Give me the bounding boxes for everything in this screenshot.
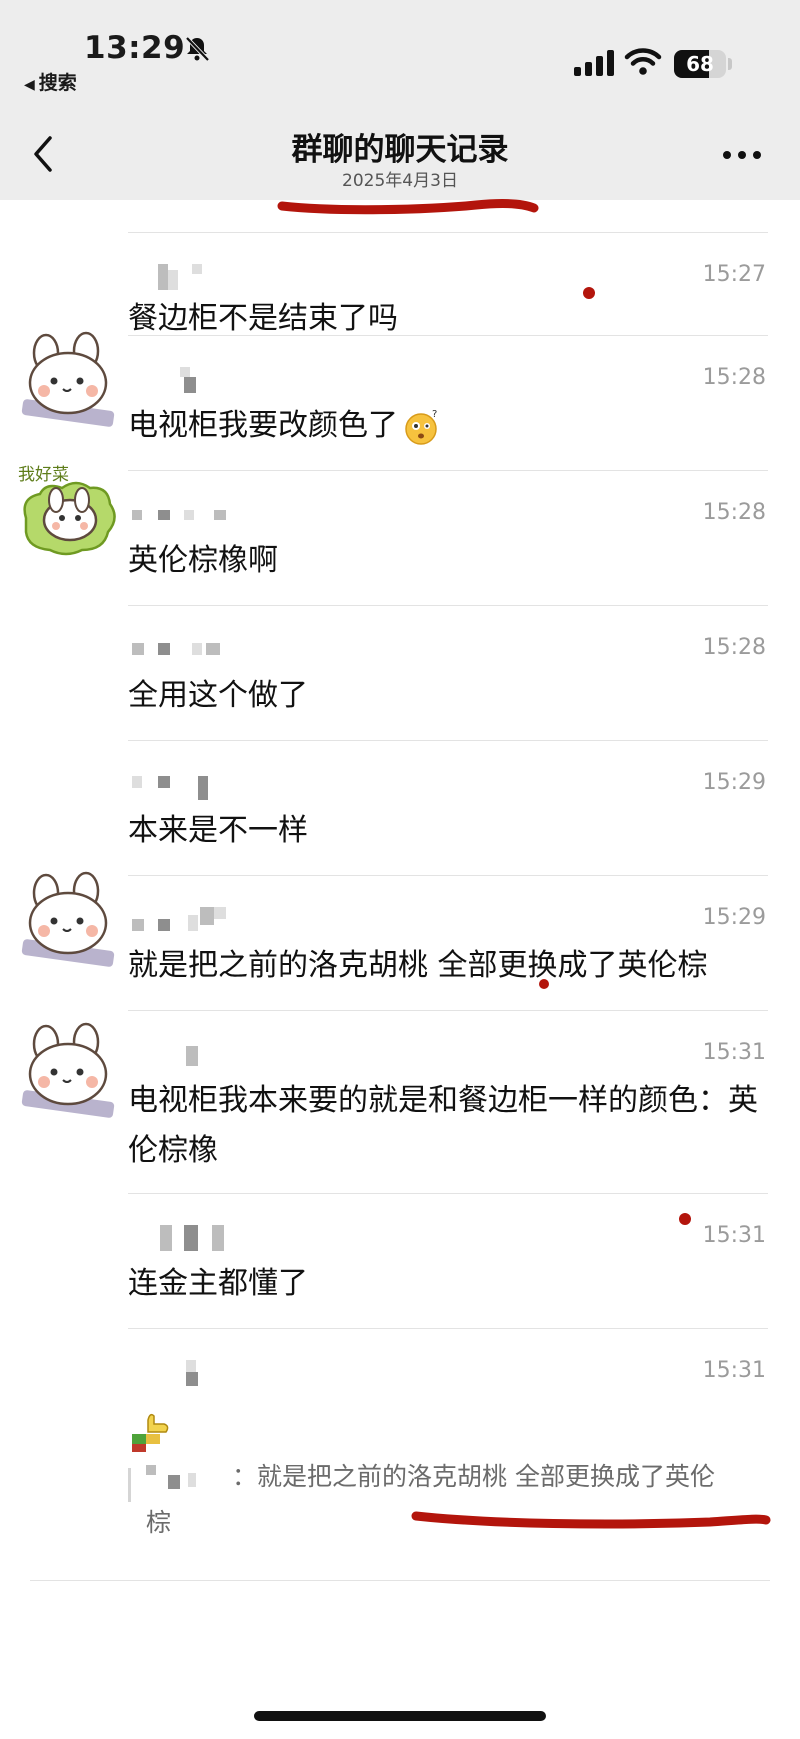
message-time: 15:28	[702, 500, 766, 525]
message-time: 15:31	[702, 1358, 766, 1383]
quoted-reply[interactable]: ：就是把之前的洛克胡桃 全部更换成了英伦棕	[128, 1410, 770, 1537]
message-time: 15:31	[702, 1223, 766, 1248]
message-item[interactable]: 15:31 连金主都懂了	[0, 1193, 800, 1328]
message-time: 15:28	[702, 635, 766, 660]
message-item[interactable]: 15:31 ：就是把之前的洛克胡桃 全部更换成了英伦棕	[0, 1328, 800, 1537]
quoted-sender-redacted	[146, 1465, 232, 1491]
sender-name-redacted	[128, 637, 268, 661]
message-item[interactable]: 我好菜 15:28 英伦棕橡啊	[0, 465, 800, 605]
divider	[128, 335, 768, 336]
quote-text-line2: 棕	[146, 1508, 172, 1537]
divider	[128, 1193, 768, 1194]
bunny-avatar-icon[interactable]	[16, 331, 120, 435]
bunny-avatar-icon[interactable]	[16, 1022, 120, 1126]
message-item[interactable]: 15:29 就是把之前的洛克胡桃 全部更换成了英伦棕	[0, 871, 800, 1010]
divider	[128, 740, 768, 741]
battery-tip	[728, 58, 732, 70]
divider	[128, 232, 768, 233]
message-item[interactable]: 15:29 本来是不一样	[0, 740, 800, 875]
page-title: 群聊的聊天记录	[291, 132, 509, 168]
sender-name-redacted	[128, 772, 268, 800]
bunny-avatar-icon[interactable]	[16, 871, 120, 975]
divider	[128, 470, 768, 471]
status-time: 13:29	[84, 30, 186, 66]
message-text: 连金主都懂了	[128, 1266, 308, 1301]
sender-name-redacted	[128, 1225, 268, 1251]
divider	[30, 1580, 770, 1581]
sender-name-redacted	[128, 907, 268, 931]
message-text: 电视柜我要改颜色了 ?	[128, 401, 760, 451]
sender-name-redacted	[128, 502, 268, 526]
message-text-content: 电视柜我要改颜色了	[128, 408, 398, 443]
quote-prefix: ：	[232, 1462, 258, 1491]
sender-name-redacted	[128, 1042, 268, 1066]
divider	[128, 1010, 768, 1011]
bell-off-icon	[185, 36, 210, 62]
divider	[128, 605, 768, 606]
message-text: 电视柜我本来要的就是和餐边柜一样的颜色：英伦棕橡	[128, 1083, 758, 1168]
sender-name-redacted	[128, 264, 268, 290]
page-subtitle-date: 2025年4月3日	[342, 171, 458, 191]
quote-text-line1: 就是把之前的洛克胡桃 全部更换成了英伦	[257, 1462, 715, 1491]
message-time: 15:31	[702, 1040, 766, 1065]
home-indicator[interactable]	[254, 1711, 546, 1721]
message-item[interactable]: 15:28 电视柜我要改颜色了 ?	[0, 331, 800, 470]
message-text: 就是把之前的洛克胡桃 全部更换成了英伦棕	[128, 948, 708, 983]
thumbs-up-sticker-icon	[132, 1413, 169, 1452]
confused-face-emoji-icon: ?	[405, 409, 437, 445]
sender-name-redacted	[128, 367, 268, 393]
message-text: 英伦棕橡啊	[128, 543, 278, 578]
message-time: 15:28	[702, 365, 766, 390]
message-text: 本来是不一样	[128, 813, 308, 848]
bunny-cabbage-avatar-icon[interactable]: 我好菜	[16, 458, 120, 562]
header: 13:29 ◀ 搜索 68 群聊的聊天记录 2025年4月3日	[0, 0, 800, 200]
more-icon[interactable]	[722, 150, 762, 160]
message-item[interactable]: 15:31 电视柜我本来要的就是和餐边柜一样的颜色：英伦棕橡	[0, 1010, 800, 1193]
sender-name-redacted	[128, 1360, 268, 1386]
wifi-icon	[624, 48, 662, 75]
message-item[interactable]: 15:27 餐边柜不是结束了吗	[0, 200, 800, 336]
battery-level: 68	[686, 52, 714, 76]
battery-indicator: 68	[674, 50, 726, 78]
quoted-text: ：就是把之前的洛克胡桃 全部更换成了英伦棕	[146, 1454, 770, 1546]
back-to-app-link[interactable]: ◀ 搜索	[24, 68, 77, 95]
cellular-signal-icon	[574, 50, 614, 76]
divider	[128, 1328, 768, 1329]
back-triangle-icon: ◀	[24, 77, 35, 93]
message-text: 全用这个做了	[128, 678, 308, 713]
svg-text:我好菜: 我好菜	[18, 465, 69, 485]
message-time: 15:29	[702, 905, 766, 930]
message-item[interactable]: 15:28 全用这个做了	[0, 605, 800, 740]
back-app-label: 搜索	[38, 72, 77, 94]
message-time: 15:29	[702, 770, 766, 795]
divider	[128, 875, 768, 876]
message-time: 15:27	[702, 262, 766, 287]
svg-text:?: ?	[432, 409, 437, 420]
quote-bar	[128, 1468, 131, 1502]
message-list: 15:27 餐边柜不是结束了吗 15:28 电视柜我要改颜色了 ? 我好菜 15…	[0, 200, 800, 1581]
